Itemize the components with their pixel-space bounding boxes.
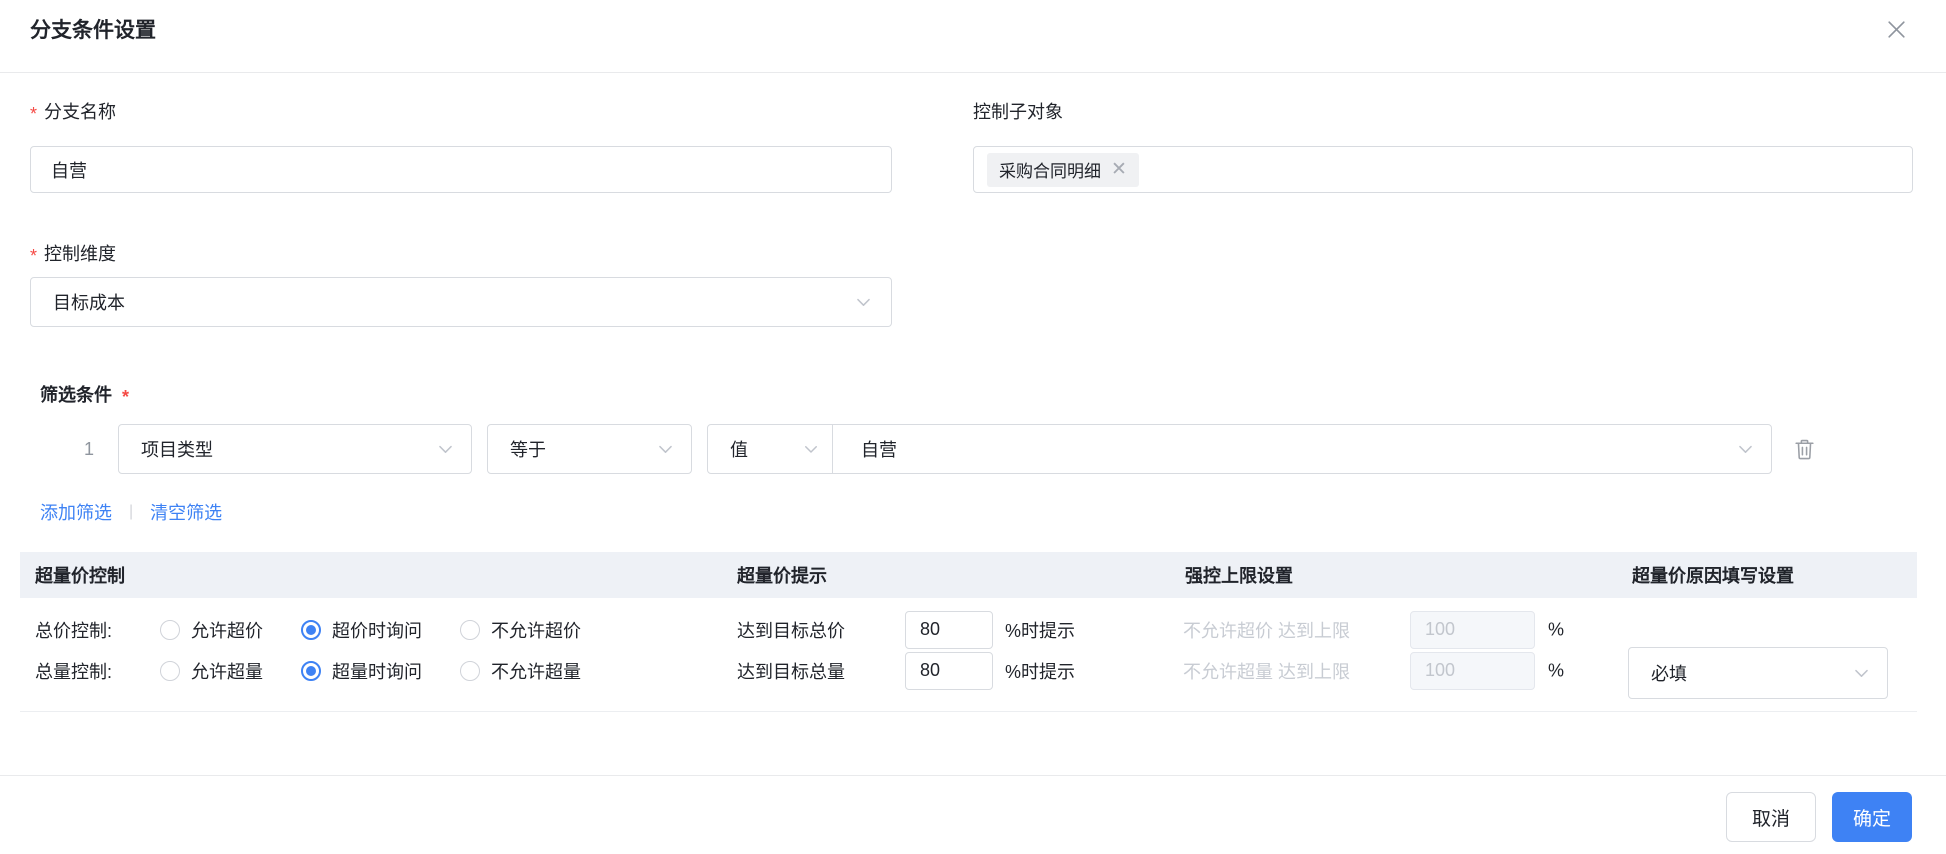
radio-ask-over-price[interactable]: 超价时询问 bbox=[301, 617, 422, 643]
quantity-prompt-prefix: 达到目标总量 bbox=[737, 661, 845, 682]
control-sub-object-label: 控制子对象 bbox=[973, 102, 1063, 122]
required-mark: * bbox=[30, 104, 38, 124]
quantity-radio-group: 允许超量 超量时询问 不允许超量 bbox=[160, 658, 619, 684]
price-radio-group: 允许超价 超价时询问 不允许超价 bbox=[160, 617, 619, 643]
quantity-prompt-suffix: %时提示 bbox=[1005, 661, 1076, 682]
filter-value-type-select[interactable]: 值 bbox=[707, 424, 833, 474]
price-control-row: 总价控制: 允许超价 超价时询问 不允许超价 达到目标总价 %时提示 不允许超价… bbox=[20, 609, 1917, 650]
radio-checked-icon bbox=[301, 660, 321, 681]
radio-unchecked-icon bbox=[160, 660, 180, 681]
quantity-limit-percent-input bbox=[1410, 651, 1535, 690]
price-prompt-percent-input[interactable] bbox=[905, 610, 993, 649]
chevron-down-icon bbox=[1736, 440, 1755, 459]
control-dimension-select[interactable]: 目标成本 bbox=[30, 277, 892, 327]
price-prompt-prefix: 达到目标总价 bbox=[737, 620, 845, 641]
table-bottom-divider bbox=[20, 711, 1917, 712]
radio-unchecked-icon bbox=[460, 619, 480, 640]
branch-name-input[interactable] bbox=[30, 146, 892, 193]
clear-filter-link[interactable]: 清空筛选 bbox=[150, 499, 222, 525]
chevron-down-icon bbox=[854, 293, 873, 312]
filter-value-select[interactable]: 自营 bbox=[832, 424, 1772, 474]
close-button[interactable] bbox=[1880, 13, 1912, 45]
radio-checked-icon bbox=[301, 619, 321, 640]
radio-ask-over-quantity[interactable]: 超量时询问 bbox=[301, 658, 422, 684]
radio-deny-over-quantity[interactable]: 不允许超量 bbox=[460, 658, 581, 684]
quantity-limit-text: 不允许超量 达到上限 bbox=[1183, 661, 1351, 682]
footer-divider bbox=[0, 775, 1946, 776]
control-table-header: 超量价控制 超量价提示 强控上限设置 超量价原因填写设置 bbox=[20, 552, 1917, 598]
radio-allow-over-price[interactable]: 允许超价 bbox=[160, 617, 263, 643]
filter-row-index: 1 bbox=[84, 439, 95, 459]
link-separator: | bbox=[129, 503, 134, 520]
cancel-button[interactable]: 取消 bbox=[1726, 792, 1816, 842]
close-icon bbox=[1885, 18, 1908, 41]
chevron-down-icon bbox=[1852, 664, 1871, 683]
tag-label: 采购合同明细 bbox=[999, 162, 1101, 181]
chevron-down-icon bbox=[802, 440, 820, 458]
filter-section-label: 筛选条件 * bbox=[40, 385, 130, 407]
quantity-row-label: 总量控制: bbox=[35, 661, 113, 682]
chevron-down-icon bbox=[656, 440, 675, 459]
filter-field-select[interactable]: 项目类型 bbox=[118, 424, 472, 474]
price-limit-percent-input bbox=[1410, 610, 1535, 649]
control-sub-object-field[interactable]: 采购合同明细 ✕ bbox=[973, 146, 1913, 193]
selected-tag: 采购合同明细 ✕ bbox=[987, 152, 1139, 187]
delete-filter-row-button[interactable] bbox=[1792, 437, 1817, 462]
dialog-title: 分支条件设置 bbox=[30, 19, 156, 42]
required-mark: * bbox=[30, 246, 38, 266]
price-prompt-suffix: %时提示 bbox=[1005, 620, 1076, 641]
header-reason-setting: 超量价原因填写设置 bbox=[1632, 566, 1794, 586]
quantity-limit-suffix: % bbox=[1548, 660, 1565, 680]
reason-required-select[interactable]: 必填 bbox=[1628, 647, 1888, 699]
header-over-control: 超量价控制 bbox=[35, 566, 125, 586]
tag-remove-icon[interactable]: ✕ bbox=[1111, 160, 1127, 179]
filter-operator-select[interactable]: 等于 bbox=[487, 424, 692, 474]
header-divider bbox=[0, 72, 1946, 73]
add-filter-link[interactable]: 添加筛选 bbox=[40, 499, 112, 525]
trash-icon bbox=[1792, 437, 1817, 462]
header-hard-limit: 强控上限设置 bbox=[1185, 566, 1293, 586]
quantity-prompt-percent-input[interactable] bbox=[905, 651, 993, 690]
price-limit-suffix: % bbox=[1548, 619, 1565, 639]
filter-links: 添加筛选 | 清空筛选 bbox=[40, 499, 222, 525]
chevron-down-icon bbox=[436, 440, 455, 459]
radio-unchecked-icon bbox=[160, 619, 180, 640]
required-mark: * bbox=[122, 387, 130, 407]
branch-condition-dialog: 分支条件设置 * 分支名称 控制子对象 采购合同明细 ✕ * 控制维度 目标成本… bbox=[0, 0, 1946, 854]
radio-unchecked-icon bbox=[460, 660, 480, 681]
branch-name-label: * 分支名称 bbox=[30, 102, 117, 124]
control-dimension-label: * 控制维度 bbox=[30, 244, 117, 266]
header-over-prompt: 超量价提示 bbox=[737, 566, 827, 586]
price-row-label: 总价控制: bbox=[35, 620, 113, 641]
radio-allow-over-quantity[interactable]: 允许超量 bbox=[160, 658, 263, 684]
price-limit-text: 不允许超价 达到上限 bbox=[1183, 620, 1351, 641]
radio-deny-over-price[interactable]: 不允许超价 bbox=[460, 617, 581, 643]
confirm-button[interactable]: 确定 bbox=[1832, 792, 1912, 842]
